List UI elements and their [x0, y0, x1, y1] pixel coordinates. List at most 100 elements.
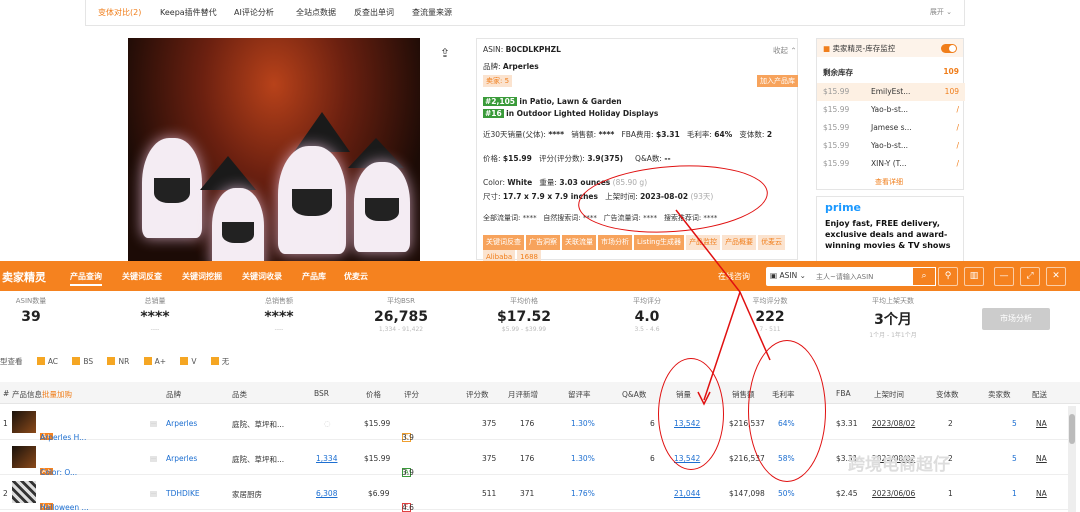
tab-traffic-source[interactable]: 查流量来源: [412, 7, 452, 18]
copy-icon[interactable]: ▤: [150, 489, 157, 498]
brand-label: 品牌:: [483, 62, 501, 71]
nav-keyword-reverse[interactable]: 关键词反查: [122, 271, 162, 282]
col-bsr[interactable]: BSR: [314, 389, 329, 398]
stock-seller[interactable]: Jamese s...: [871, 123, 912, 132]
product-thumbnail[interactable]: [12, 481, 36, 503]
col-brand[interactable]: 品牌: [166, 389, 181, 400]
margin-label: 毛利率:: [686, 130, 712, 139]
copy-icon[interactable]: ▤: [150, 454, 157, 463]
view-more-link[interactable]: 查看详细: [875, 177, 903, 187]
collapse-toggle[interactable]: 收起 ⌃: [773, 45, 797, 56]
minimize-icon[interactable]: —: [994, 267, 1014, 286]
expand-toggle[interactable]: 展开 ⌄: [930, 7, 952, 17]
product-title-link[interactable]: Halloween ...: [40, 503, 89, 512]
table-row[interactable]: 1 ACBSNRA+ Arperles H... ▤ Arperles 庭院、草…: [0, 405, 1070, 442]
tab-reverse-words[interactable]: 反查出单词: [354, 7, 394, 18]
maximize-icon[interactable]: ⤢: [1020, 267, 1040, 286]
asin-value[interactable]: B0CDLKPHZL: [506, 45, 561, 54]
tag-youmaiyun[interactable]: 优麦云: [758, 235, 786, 250]
bulk-cart-link[interactable]: 批量加购: [42, 389, 72, 400]
stock-seller[interactable]: Yao-b-st...: [871, 105, 908, 114]
col-variants[interactable]: 变体数: [936, 389, 959, 400]
filter-bs[interactable]: BS: [72, 357, 93, 366]
rank-category-2[interactable]: in Outdoor Lighted Holiday Displays: [506, 109, 658, 118]
col-review-rate[interactable]: 留评率: [568, 389, 591, 400]
sales-cell[interactable]: 21,044: [674, 489, 700, 498]
nav-youmaiyun[interactable]: 优麦云: [344, 271, 368, 282]
brand-link[interactable]: TDHDIKE: [166, 489, 200, 498]
share-icon[interactable]: ⇪: [440, 46, 450, 60]
product-thumbnail[interactable]: [12, 411, 36, 433]
filter-ac[interactable]: AC: [36, 357, 58, 366]
brand-link[interactable]: Arperles: [503, 62, 539, 71]
brand-link[interactable]: Arperles: [166, 454, 197, 463]
bsr-cell[interactable]: 1,334: [316, 454, 337, 463]
rank-category-1[interactable]: in Patio, Lawn & Garden: [519, 97, 621, 106]
market-analysis-button[interactable]: 市场分析: [982, 308, 1050, 330]
copy-icon[interactable]: ▤: [150, 419, 157, 428]
tag-listing-generator[interactable]: Listing生成器: [634, 235, 685, 250]
tab-variant-compare[interactable]: 变体对比(2): [98, 7, 141, 18]
brand-link[interactable]: Arperles: [166, 419, 197, 428]
tag-keyword-reverse[interactable]: 关键词反查: [483, 235, 524, 250]
stat-asin-count: ASIN数量 39: [0, 296, 86, 325]
stock-seller[interactable]: Yao-b-st...: [871, 141, 908, 150]
stat-sub: 7 - 511: [759, 326, 781, 333]
tab-ai-review[interactable]: AI评论分析: [234, 7, 274, 18]
nav-product-library[interactable]: 产品库: [302, 271, 326, 282]
col-category[interactable]: 品类: [232, 389, 247, 400]
sellers-cell[interactable]: 5: [1012, 419, 1017, 428]
row-index: 2: [3, 489, 8, 498]
close-icon[interactable]: ✕: [1046, 267, 1066, 286]
product-thumbnail[interactable]: [12, 446, 36, 468]
filter-nr[interactable]: NR: [107, 357, 129, 366]
product-image[interactable]: [128, 38, 420, 270]
tag-related-traffic[interactable]: 关联流量: [562, 235, 596, 250]
tag-product-summary[interactable]: 产品概要: [722, 235, 757, 250]
col-monthly-reviews[interactable]: 月评新增: [508, 389, 538, 400]
checkbox-icon: [72, 357, 81, 365]
reviews-cell: 511: [482, 489, 497, 498]
fba-value: $3.31: [655, 130, 680, 139]
col-qa[interactable]: Q&A数: [622, 389, 646, 400]
revenue-label: 销售额:: [571, 130, 597, 139]
col-fba[interactable]: FBA: [836, 389, 851, 398]
prime-ad[interactable]: prime Enjoy fast, FREE delivery, exclusi…: [816, 196, 964, 266]
bsr-cell[interactable]: 6,308: [316, 489, 337, 498]
search-input[interactable]: [816, 269, 908, 284]
tag-product-monitor[interactable]: 产品监控: [686, 235, 721, 250]
search-icon[interactable]: ⌕: [912, 267, 936, 286]
stock-seller[interactable]: EmilyEst...: [871, 87, 910, 96]
stock-toggle[interactable]: [941, 44, 957, 53]
filter-none[interactable]: 无: [210, 357, 229, 366]
col-price[interactable]: 价格: [366, 389, 381, 400]
nav-keyword-mining[interactable]: 关键词挖掘: [182, 271, 222, 282]
table-row[interactable]: 2 ACBSNRA+ Halloween ... ▤ TDHDIKE 家居厨房 …: [0, 475, 1070, 512]
col-rating[interactable]: 评分: [404, 389, 419, 400]
monthly-reviews-cell: 371: [520, 489, 535, 498]
filter-icon[interactable]: ⚲: [938, 267, 958, 286]
filter-v[interactable]: V: [180, 357, 196, 366]
nav-keyword-index[interactable]: 关键词收录: [242, 271, 282, 282]
kw-all[interactable]: 全部流量词: ****: [483, 214, 537, 222]
stat-label: 平均BSR: [387, 297, 415, 305]
asin-select[interactable]: ▣ ASIN ⌄: [770, 271, 806, 280]
tab-all-sites[interactable]: 全站点数据: [296, 7, 336, 18]
table-scrollbar[interactable]: [1068, 406, 1076, 512]
tag-market-analysis[interactable]: 市场分析: [598, 235, 632, 250]
tab-keepa[interactable]: Keepa插件替代: [160, 7, 217, 18]
variants-cell: 1: [948, 489, 953, 498]
online-help-link[interactable]: 在线咨询: [718, 271, 750, 282]
sellers-cell[interactable]: 5: [1012, 454, 1017, 463]
col-listed[interactable]: 上架时间: [874, 389, 904, 400]
nav-product-query[interactable]: 产品查询: [70, 271, 102, 286]
sellers-cell[interactable]: 1: [1012, 489, 1017, 498]
filter-aplus[interactable]: A+: [143, 357, 166, 366]
layout-icon[interactable]: ▥: [964, 267, 984, 286]
tag-ad-insight[interactable]: 广告洞察: [526, 235, 560, 250]
col-sellers[interactable]: 卖家数: [988, 389, 1011, 400]
add-product-button[interactable]: 加入产品库: [757, 75, 798, 87]
col-shipping[interactable]: 配送: [1032, 389, 1047, 400]
stock-seller[interactable]: XIN-Y (T...: [871, 159, 907, 168]
col-reviews[interactable]: 评分数: [466, 389, 489, 400]
